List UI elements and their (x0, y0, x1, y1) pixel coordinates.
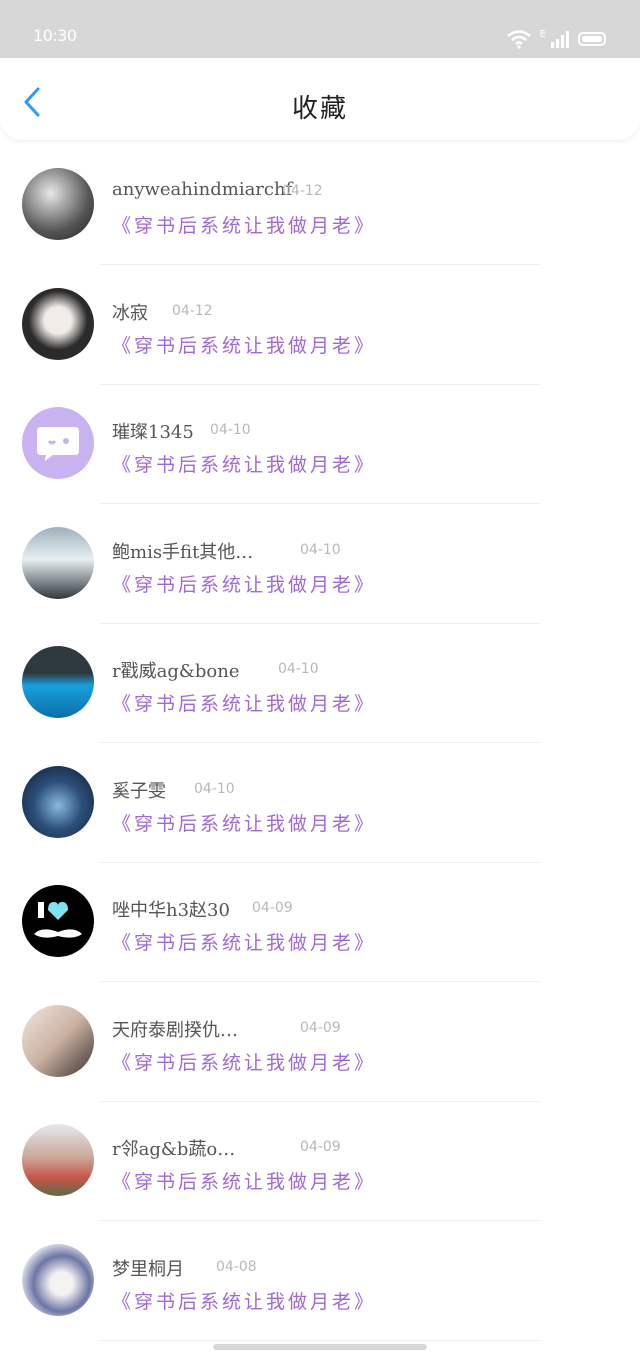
avatar[interactable] (22, 646, 94, 718)
user-name: 天府泰剧揆仇… (112, 1016, 238, 1042)
item-date: 04-12 (172, 303, 213, 319)
avatar[interactable] (22, 885, 94, 957)
divider (100, 623, 540, 624)
divider (100, 981, 540, 982)
user-name: anyweahindmiarchf (112, 179, 292, 200)
list-item[interactable]: 璀璨1345 04-10 《穿书后系统让我做月老》 (0, 396, 640, 516)
item-date: 04-10 (210, 422, 251, 438)
home-indicator[interactable] (213, 1344, 427, 1350)
divider (100, 264, 540, 265)
user-name: 鲍mis手fit其他… (112, 538, 253, 564)
avatar[interactable] (22, 527, 94, 599)
avatar[interactable] (22, 407, 94, 479)
user-name: 冰寂 (112, 299, 148, 325)
item-date: 04-10 (278, 661, 319, 677)
list-item[interactable]: r戳威ag&bone 04-10 《穿书后系统让我做月老》 (0, 635, 640, 755)
book-title[interactable]: 《穿书后系统让我做月老》 (112, 1167, 376, 1194)
avatar[interactable] (22, 1005, 94, 1077)
user-name: 璀璨1345 (112, 418, 194, 444)
divider (100, 1101, 540, 1102)
status-bar: 10:30 E (0, 0, 640, 58)
battery-icon (578, 31, 608, 47)
avatar[interactable] (22, 288, 94, 360)
list-item[interactable]: 冰寂 04-12 《穿书后系统让我做月老》 (0, 277, 640, 397)
avatar[interactable] (22, 1124, 94, 1196)
divider (100, 384, 540, 385)
wifi-icon (506, 29, 532, 49)
item-date: 04-10 (194, 781, 235, 797)
user-name: r邻ag&b蔬o… (112, 1135, 235, 1161)
divider (100, 742, 540, 743)
book-title[interactable]: 《穿书后系统让我做月老》 (112, 928, 376, 955)
book-title[interactable]: 《穿书后系统让我做月老》 (112, 570, 376, 597)
item-date: 04-09 (300, 1020, 341, 1036)
item-date: 04-12 (282, 183, 323, 199)
header: 收藏 (0, 58, 640, 140)
avatar[interactable] (22, 766, 94, 838)
user-name: r戳威ag&bone (112, 657, 240, 683)
status-time: 10:30 (33, 26, 77, 45)
list-item[interactable]: r邻ag&b蔬o… 04-09 《穿书后系统让我做月老》 (0, 1113, 640, 1233)
book-title[interactable]: 《穿书后系统让我做月老》 (112, 689, 376, 716)
avatar[interactable] (22, 168, 94, 240)
item-date: 04-09 (300, 1139, 341, 1155)
divider (100, 1220, 540, 1221)
book-title[interactable]: 《穿书后系统让我做月老》 (112, 450, 376, 477)
divider (100, 503, 540, 504)
divider (100, 1340, 540, 1341)
list-item[interactable]: 天府泰剧揆仇… 04-09 《穿书后系统让我做月老》 (0, 994, 640, 1114)
avatar[interactable] (22, 1244, 94, 1316)
list-item[interactable]: 鲍mis手fit其他… 04-10 《穿书后系统让我做月老》 (0, 516, 640, 636)
book-title[interactable]: 《穿书后系统让我做月老》 (112, 331, 376, 358)
item-date: 04-10 (300, 542, 341, 558)
signal-icon (550, 30, 570, 48)
user-name: 奚子雯 (112, 777, 166, 803)
chat-bubble-icon (35, 423, 81, 463)
mustache-heart-icon (28, 896, 88, 946)
book-title[interactable]: 《穿书后系统让我做月老》 (112, 1287, 376, 1314)
favorites-list: anyweahindmiarchf 04-12 《穿书后系统让我做月老》 冰寂 … (0, 157, 640, 1352)
divider (100, 862, 540, 863)
list-item[interactable]: anyweahindmiarchf 04-12 《穿书后系统让我做月老》 (0, 157, 640, 277)
book-title[interactable]: 《穿书后系统让我做月老》 (112, 1048, 376, 1075)
list-item[interactable]: 梦里桐月 04-08 《穿书后系统让我做月老》 (0, 1233, 640, 1352)
item-date: 04-08 (216, 1259, 257, 1275)
book-title[interactable]: 《穿书后系统让我做月老》 (112, 211, 376, 238)
user-name: 梦里桐月 (112, 1255, 184, 1281)
user-name: 唑中华h3赵30 (112, 896, 230, 922)
page-title: 收藏 (0, 88, 640, 125)
item-date: 04-09 (252, 900, 293, 916)
network-label: E (540, 29, 546, 40)
list-item[interactable]: 奚子雯 04-10 《穿书后系统让我做月老》 (0, 755, 640, 875)
list-item[interactable]: 唑中华h3赵30 04-09 《穿书后系统让我做月老》 (0, 874, 640, 994)
book-title[interactable]: 《穿书后系统让我做月老》 (112, 809, 376, 836)
